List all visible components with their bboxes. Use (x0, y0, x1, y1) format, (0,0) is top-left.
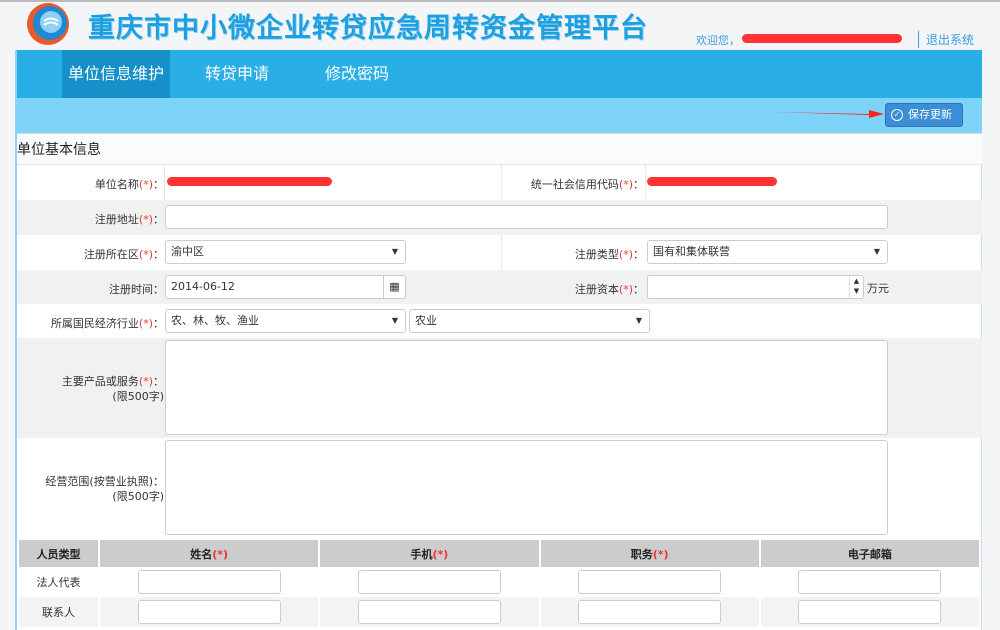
contact-phone-input[interactable] (358, 600, 501, 624)
reg-type-select[interactable]: 国有和集体联营 (647, 240, 888, 264)
main-container: 单位信息维护 转贷申请 修改密码 ✓ 保存更新 单位基本信息 单位名称(*)： 统… (15, 50, 982, 630)
platform-title: 重庆市中小微企业转贷应急周转资金管理平台 (88, 6, 648, 45)
redacted-credit-code (647, 177, 777, 186)
scope-label: 经营范围(按营业执照)：(限500字) (45, 474, 164, 504)
reg-date-value: 2014-06-12 (171, 280, 235, 293)
save-update-button[interactable]: ✓ 保存更新 (885, 103, 963, 127)
section-title: 单位基本信息 (17, 133, 982, 165)
products-label: 主要产品或服务(*)：(限500字) (62, 374, 164, 404)
row-type: 联系人 (19, 597, 99, 627)
legal-rep-position-input[interactable] (578, 570, 721, 594)
row-district: 注册所在区(*)： 渝中区 注册类型(*)： 国有和集体联营 (17, 235, 982, 270)
unit-name-label: 单位名称(*)： (95, 176, 164, 192)
main-nav: 单位信息维护 转贷申请 修改密码 (17, 50, 982, 98)
row-products: 主要产品或服务(*)：(限500字) (17, 338, 982, 438)
nav-change-password[interactable]: 修改密码 (319, 50, 395, 98)
row-type: 法人代表 (19, 567, 99, 597)
save-label: 保存更新 (908, 108, 952, 121)
redacted-unit-name (167, 177, 332, 186)
personnel-table: 人员类型 姓名(*) 手机(*) 职务(*) 电子邮箱 法人代表 联系人 (19, 540, 981, 627)
check-circle-icon: ✓ (891, 109, 903, 121)
reg-type-label: 注册类型(*)： (575, 246, 644, 262)
capital-unit: 万元 (867, 280, 889, 296)
industry-select[interactable]: 农、林、牧、渔业 (165, 309, 406, 333)
welcome-text: 欢迎您， (696, 32, 740, 48)
credit-code-label: 统一社会信用代码(*)： (531, 176, 644, 192)
platform-logo-icon (24, 2, 72, 46)
row-address: 注册地址(*)： (17, 200, 982, 235)
calendar-icon[interactable]: ▦ (383, 276, 405, 298)
nav-unit-info[interactable]: 单位信息维护 (62, 50, 170, 98)
col-position: 职务(*) (540, 540, 760, 567)
table-row: 联系人 (19, 597, 980, 627)
industry-label: 所属国民经济行业(*)： (51, 315, 164, 331)
reg-date-input[interactable]: 2014-06-12 ▦ (165, 275, 406, 299)
row-industry: 所属国民经济行业(*)： 农、林、牧、渔业 农业 (17, 304, 982, 338)
legal-rep-phone-input[interactable] (358, 570, 501, 594)
nav-loan-application[interactable]: 转贷申请 (199, 50, 275, 98)
capital-input[interactable]: ▲▼ (647, 275, 864, 299)
contact-position-input[interactable] (578, 600, 721, 624)
window-top-border (0, 0, 1000, 2)
logout-link[interactable]: 退出系统 (918, 31, 974, 48)
scope-textarea[interactable] (165, 440, 888, 535)
col-person-type: 人员类型 (19, 540, 99, 567)
row-scope: 经营范围(按营业执照)：(限500字) (17, 438, 982, 538)
col-phone: 手机(*) (319, 540, 539, 567)
address-label: 注册地址(*)： (95, 211, 164, 227)
redacted-username (742, 34, 902, 43)
table-row: 法人代表 (19, 567, 980, 597)
legal-rep-email-input[interactable] (798, 570, 941, 594)
address-input[interactable] (165, 205, 888, 229)
col-name: 姓名(*) (99, 540, 319, 567)
spinner-arrows-icon[interactable]: ▲▼ (849, 276, 863, 298)
products-textarea[interactable] (165, 340, 888, 435)
capital-label: 注册资本(*)： (575, 281, 644, 297)
annotation-arrow (774, 108, 884, 118)
industry-sub-select[interactable]: 农业 (409, 309, 650, 333)
contact-email-input[interactable] (798, 600, 941, 624)
district-select[interactable]: 渝中区 (165, 240, 406, 264)
row-unit-name: 单位名称(*)： 统一社会信用代码(*)： (17, 165, 982, 200)
row-reg-date: 注册时间： 2014-06-12 ▦ 注册资本(*)： ▲▼ 万元 (17, 270, 982, 304)
col-email: 电子邮箱 (760, 540, 980, 567)
district-label: 注册所在区(*)： (84, 246, 164, 262)
reg-date-label: 注册时间： (109, 281, 164, 297)
contact-name-input[interactable] (138, 600, 281, 624)
legal-rep-name-input[interactable] (138, 570, 281, 594)
table-header-row: 人员类型 姓名(*) 手机(*) 职务(*) 电子邮箱 (19, 540, 980, 567)
